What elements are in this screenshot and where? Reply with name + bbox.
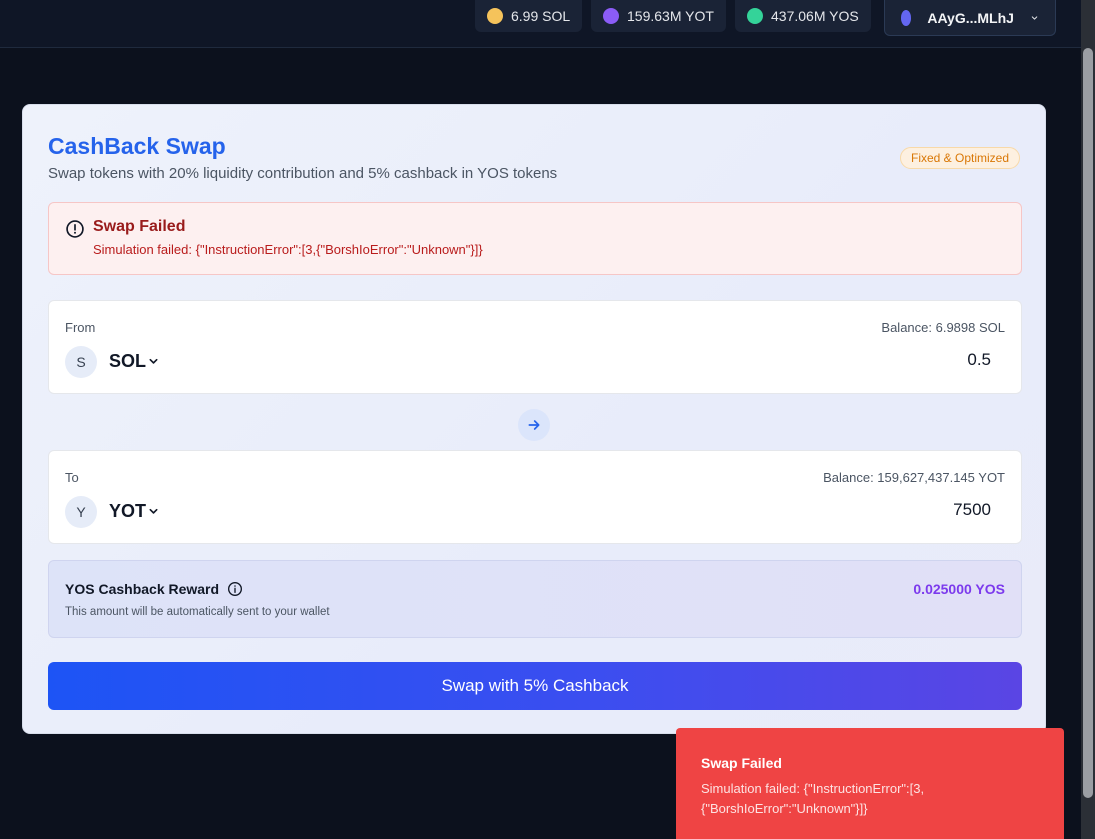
chevron-down-icon bbox=[149, 508, 158, 514]
to-token-symbol: YOT bbox=[109, 501, 147, 521]
swap-button[interactable]: Swap with 5% Cashback bbox=[48, 662, 1022, 710]
chevron-down-icon bbox=[1031, 15, 1038, 20]
chevron-down-icon bbox=[149, 358, 158, 364]
sol-token-icon bbox=[487, 8, 503, 24]
to-token-avatar: Y bbox=[65, 496, 97, 528]
scrollbar-thumb[interactable] bbox=[1083, 48, 1093, 798]
to-token-box: To Balance: 159,627,437.145 YOT Y YOT bbox=[48, 450, 1022, 544]
yot-balance-label: 159.63M YOT bbox=[627, 8, 714, 24]
alert-title: Swap Failed bbox=[93, 218, 186, 235]
swap-direction-button[interactable] bbox=[518, 409, 550, 441]
from-token-select[interactable]: SOL bbox=[109, 351, 159, 372]
cashback-title: YOS Cashback Reward bbox=[65, 581, 220, 597]
sol-balance-pill: 6.99 SOL bbox=[475, 0, 583, 32]
arrow-right-icon bbox=[528, 420, 540, 430]
yot-balance-pill: 159.63M YOT bbox=[591, 0, 726, 32]
cashback-panel: YOS Cashback Reward This amount will be … bbox=[48, 560, 1022, 638]
wallet-icon bbox=[901, 9, 912, 26]
yos-balance-pill: 437.06M YOS bbox=[735, 0, 871, 32]
yos-balance-label: 437.06M YOS bbox=[771, 8, 859, 24]
cashback-value: 0.025000 YOS bbox=[913, 581, 1005, 597]
to-balance: Balance: 159,627,437.145 YOT bbox=[823, 470, 1005, 485]
page-title: CashBack Swap bbox=[48, 133, 226, 159]
yos-token-icon bbox=[747, 8, 763, 24]
swap-card: CashBack Swap Swap tokens with 20% liqui… bbox=[22, 104, 1046, 734]
toast-title: Swap Failed bbox=[701, 755, 782, 771]
from-amount-input[interactable] bbox=[791, 350, 991, 370]
cashback-title-row: YOS Cashback Reward bbox=[65, 581, 243, 597]
wallet-address: AAyG...MLhJ bbox=[927, 9, 1014, 26]
to-token-select[interactable]: YOT bbox=[109, 501, 159, 522]
page-subtitle: Swap tokens with 20% liquidity contribut… bbox=[48, 165, 558, 182]
top-bar: 6.99 SOL 159.63M YOT 437.06M YOS AAyG...… bbox=[0, 0, 1081, 48]
to-label: To bbox=[65, 470, 79, 485]
to-amount-input[interactable] bbox=[791, 500, 991, 520]
from-balance: Balance: 6.9898 SOL bbox=[881, 320, 1005, 335]
status-badge: Fixed & Optimized bbox=[900, 147, 1021, 169]
error-toast[interactable]: Swap Failed Simulation failed: {"Instruc… bbox=[676, 728, 1064, 839]
info-icon[interactable] bbox=[227, 581, 243, 597]
sol-balance-label: 6.99 SOL bbox=[511, 8, 571, 24]
from-token-avatar: S bbox=[65, 346, 97, 378]
alert-message: Simulation failed: {"InstructionError":[… bbox=[93, 242, 483, 257]
from-label: From bbox=[65, 320, 96, 335]
cashback-note: This amount will be automatically sent t… bbox=[65, 606, 330, 618]
wallet-button[interactable]: AAyG...MLhJ bbox=[884, 0, 1056, 36]
yot-token-icon bbox=[603, 8, 619, 24]
alert-circle-icon bbox=[66, 220, 84, 238]
from-token-symbol: SOL bbox=[109, 351, 147, 371]
toast-message: Simulation failed: {"InstructionError":[… bbox=[701, 781, 925, 816]
error-alert: Swap Failed Simulation failed: {"Instruc… bbox=[48, 202, 1022, 275]
from-token-box: From Balance: 6.9898 SOL S SOL bbox=[48, 300, 1022, 394]
